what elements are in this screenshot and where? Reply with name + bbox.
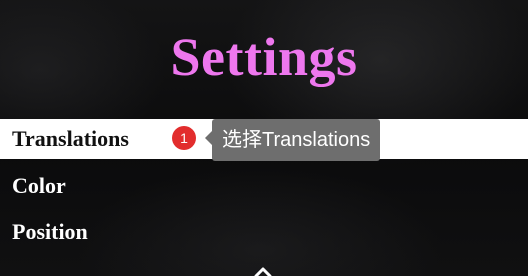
menu-item-position[interactable]: Position bbox=[0, 212, 528, 252]
menu-item-color[interactable]: Color bbox=[0, 166, 528, 206]
settings-screen: Settings Translations Color Position 1 选… bbox=[0, 0, 528, 276]
page-title: Settings bbox=[170, 27, 358, 87]
instruction-tooltip: 选择Translations bbox=[212, 119, 381, 161]
step-number-badge: 1 bbox=[172, 126, 196, 150]
chevron-up-icon[interactable] bbox=[253, 266, 273, 276]
tooltip-arrow bbox=[205, 131, 212, 145]
